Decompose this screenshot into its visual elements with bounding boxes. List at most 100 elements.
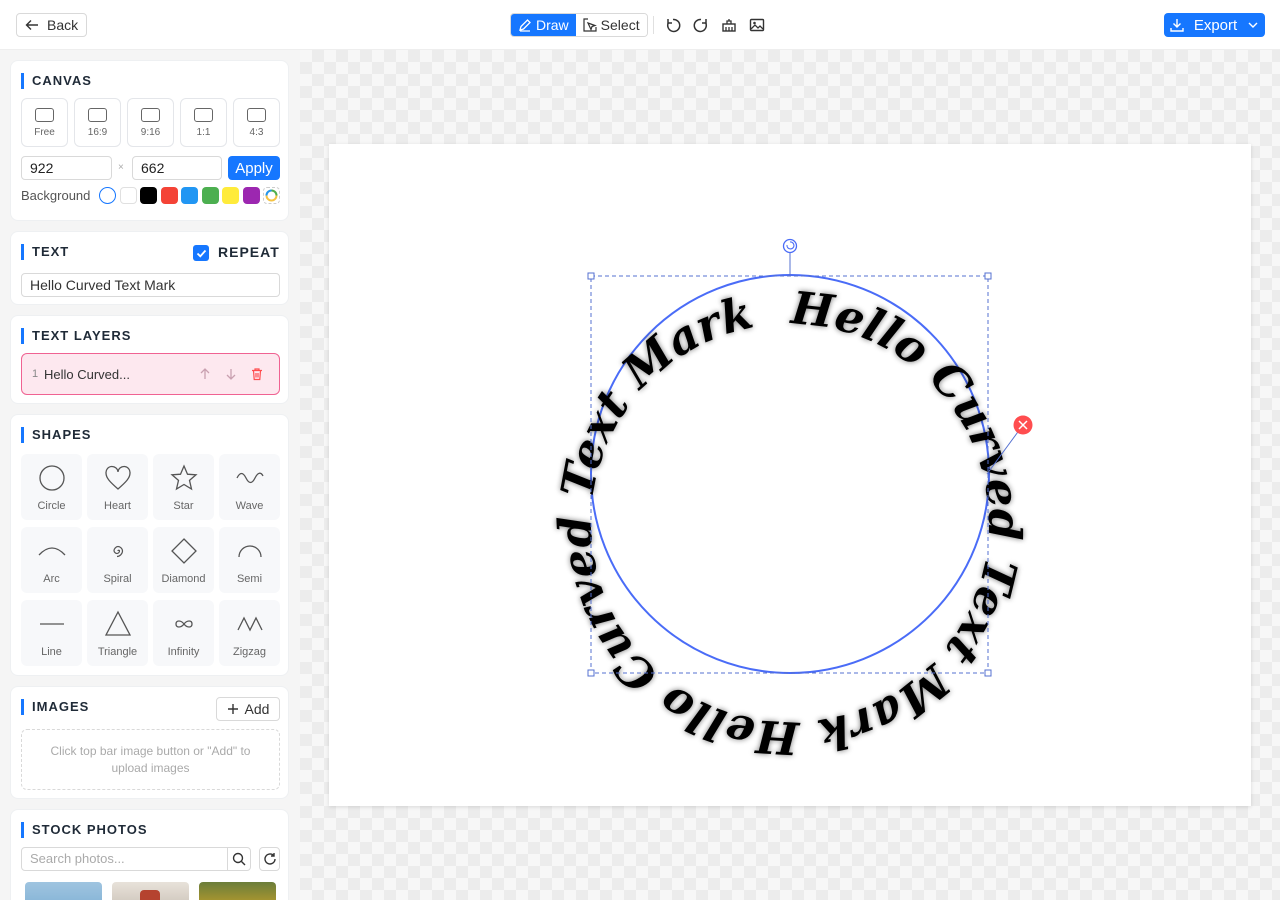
shapes-section-title: SHAPES (21, 427, 91, 443)
repeat-label: REPEAT (218, 244, 280, 260)
shapes-panel: SHAPES Circle Heart Star Wave Arc Spiral… (10, 414, 289, 676)
repeat-checkbox[interactable] (193, 245, 209, 261)
swatch-white[interactable] (120, 187, 137, 204)
ratio-4-3-button[interactable]: 4:3 (233, 98, 280, 147)
workspace: Hello Curved Text Mark Hello Curved Text… (300, 50, 1280, 900)
text-layers-section-title: TEXT LAYERS (21, 328, 131, 344)
stock-photo-thumbnail[interactable] (112, 882, 189, 900)
swatch-yellow[interactable] (222, 187, 239, 204)
stock-search-input[interactable]: Search photos... (21, 847, 228, 871)
redo-icon[interactable] (691, 15, 711, 35)
ratio-9-16-button[interactable]: 9:16 (127, 98, 174, 147)
shape-arc-button[interactable]: Arc (21, 527, 82, 593)
select-mode-button[interactable]: Select (575, 14, 647, 36)
shape-circle-button[interactable]: Circle (21, 454, 82, 520)
text-content-input[interactable]: Hello Curved Text Mark (21, 273, 280, 297)
arc-icon (38, 547, 65, 556)
ratio-16-9-button[interactable]: 16:9 (74, 98, 121, 147)
layer-name: Hello Curved... (44, 367, 130, 382)
ratio-icon (141, 107, 160, 122)
export-label: Export (1193, 16, 1238, 34)
semicircle-icon (237, 545, 262, 558)
delete-handle-icon[interactable] (1013, 415, 1033, 435)
shape-star-button[interactable]: Star (153, 454, 214, 520)
sidebar: CANVAS Free 16:9 9:16 1:1 4:3 922 × 662 … (0, 50, 300, 900)
shape-label: Arc (43, 573, 60, 585)
star-icon (169, 464, 198, 491)
swatch-red[interactable] (161, 187, 178, 204)
add-label: Add (244, 701, 270, 717)
undo-icon[interactable] (663, 15, 683, 35)
shape-zigzag-button[interactable]: Zigzag (219, 600, 280, 666)
check-icon (196, 249, 206, 258)
canvas-artwork: Hello Curved Text Mark Hello Curved Text… (549, 238, 1033, 765)
back-label: Back (47, 17, 79, 33)
images-section-title: IMAGES (21, 699, 89, 715)
ratio-icon (194, 107, 213, 122)
canvas-width-input[interactable]: 922 (21, 156, 112, 180)
circle-icon (38, 465, 65, 491)
layer-item[interactable]: 1 Hello Curved... (21, 353, 280, 395)
canvas-height-input[interactable]: 662 (132, 156, 222, 180)
infinity-icon (174, 620, 193, 628)
apply-button[interactable]: Apply (228, 156, 280, 180)
mode-toggle: Draw Select (510, 13, 648, 37)
shape-label: Triangle (97, 646, 138, 658)
shape-label: Zigzag (232, 646, 267, 658)
color-wheel-icon (265, 189, 278, 202)
pencil-icon (519, 19, 531, 32)
ratio-free-button[interactable]: Free (21, 98, 68, 147)
line-icon (39, 623, 64, 625)
resize-handle[interactable] (587, 272, 595, 280)
swatch-white-selected[interactable] (99, 187, 116, 204)
swatch-black[interactable] (140, 187, 157, 204)
shape-wave-button[interactable]: Wave (219, 454, 280, 520)
resize-handle[interactable] (984, 272, 992, 280)
background-label: Background (21, 188, 91, 203)
image-icon[interactable] (747, 15, 767, 35)
resize-handle[interactable] (587, 669, 595, 677)
resize-handle[interactable] (984, 669, 992, 677)
shape-label: Star (173, 500, 194, 512)
image-upload-dropzone[interactable]: Click top bar image button or "Add" to u… (21, 729, 280, 790)
ratio-1-1-button[interactable]: 1:1 (180, 98, 227, 147)
plus-icon (227, 704, 238, 714)
search-icon[interactable] (227, 847, 251, 871)
triangle-icon (104, 610, 131, 636)
stock-photos-section-title: STOCK PHOTOS (21, 822, 148, 838)
delete-icon[interactable] (249, 366, 265, 382)
add-image-button[interactable]: Add (216, 697, 280, 721)
ratio-label: 4:3 (249, 126, 264, 138)
refresh-icon[interactable] (259, 847, 280, 871)
rotate-handle-icon[interactable] (782, 238, 798, 254)
shape-line-button[interactable]: Line (21, 600, 82, 666)
arrow-left-icon (25, 20, 38, 30)
shape-heart-button[interactable]: Heart (87, 454, 148, 520)
drawing-canvas[interactable]: Hello Curved Text Mark Hello Curved Text… (329, 144, 1251, 806)
shape-label: Circle (37, 500, 66, 512)
heart-icon (104, 465, 131, 490)
clear-icon[interactable] (719, 15, 739, 35)
back-button[interactable]: Back (16, 13, 88, 37)
stock-photo-thumbnail[interactable] (199, 882, 276, 900)
top-toolbar: Back Draw Select Export (0, 0, 1280, 50)
swatch-blue[interactable] (181, 187, 198, 204)
shape-infinity-button[interactable]: Infinity (153, 600, 214, 666)
shape-spiral-button[interactable]: Spiral (87, 527, 148, 593)
draw-mode-button[interactable]: Draw (511, 14, 576, 36)
select-label: Select (600, 17, 640, 33)
shape-diamond-button[interactable]: Diamond (153, 527, 214, 593)
move-up-icon[interactable] (197, 366, 213, 382)
shape-semi-button[interactable]: Semi (219, 527, 280, 593)
chevron-down-icon (1248, 22, 1258, 28)
photo-detail (140, 890, 160, 900)
custom-color-picker[interactable] (263, 187, 280, 204)
canvas-panel: CANVAS Free 16:9 9:16 1:1 4:3 922 × 662 … (10, 60, 289, 221)
swatch-green[interactable] (202, 187, 219, 204)
swatch-purple[interactable] (243, 187, 260, 204)
export-button[interactable]: Export (1164, 13, 1265, 37)
stock-photo-thumbnail[interactable] (25, 882, 102, 900)
move-down-icon[interactable] (223, 366, 239, 382)
ratio-icon (35, 107, 54, 122)
shape-triangle-button[interactable]: Triangle (87, 600, 148, 666)
